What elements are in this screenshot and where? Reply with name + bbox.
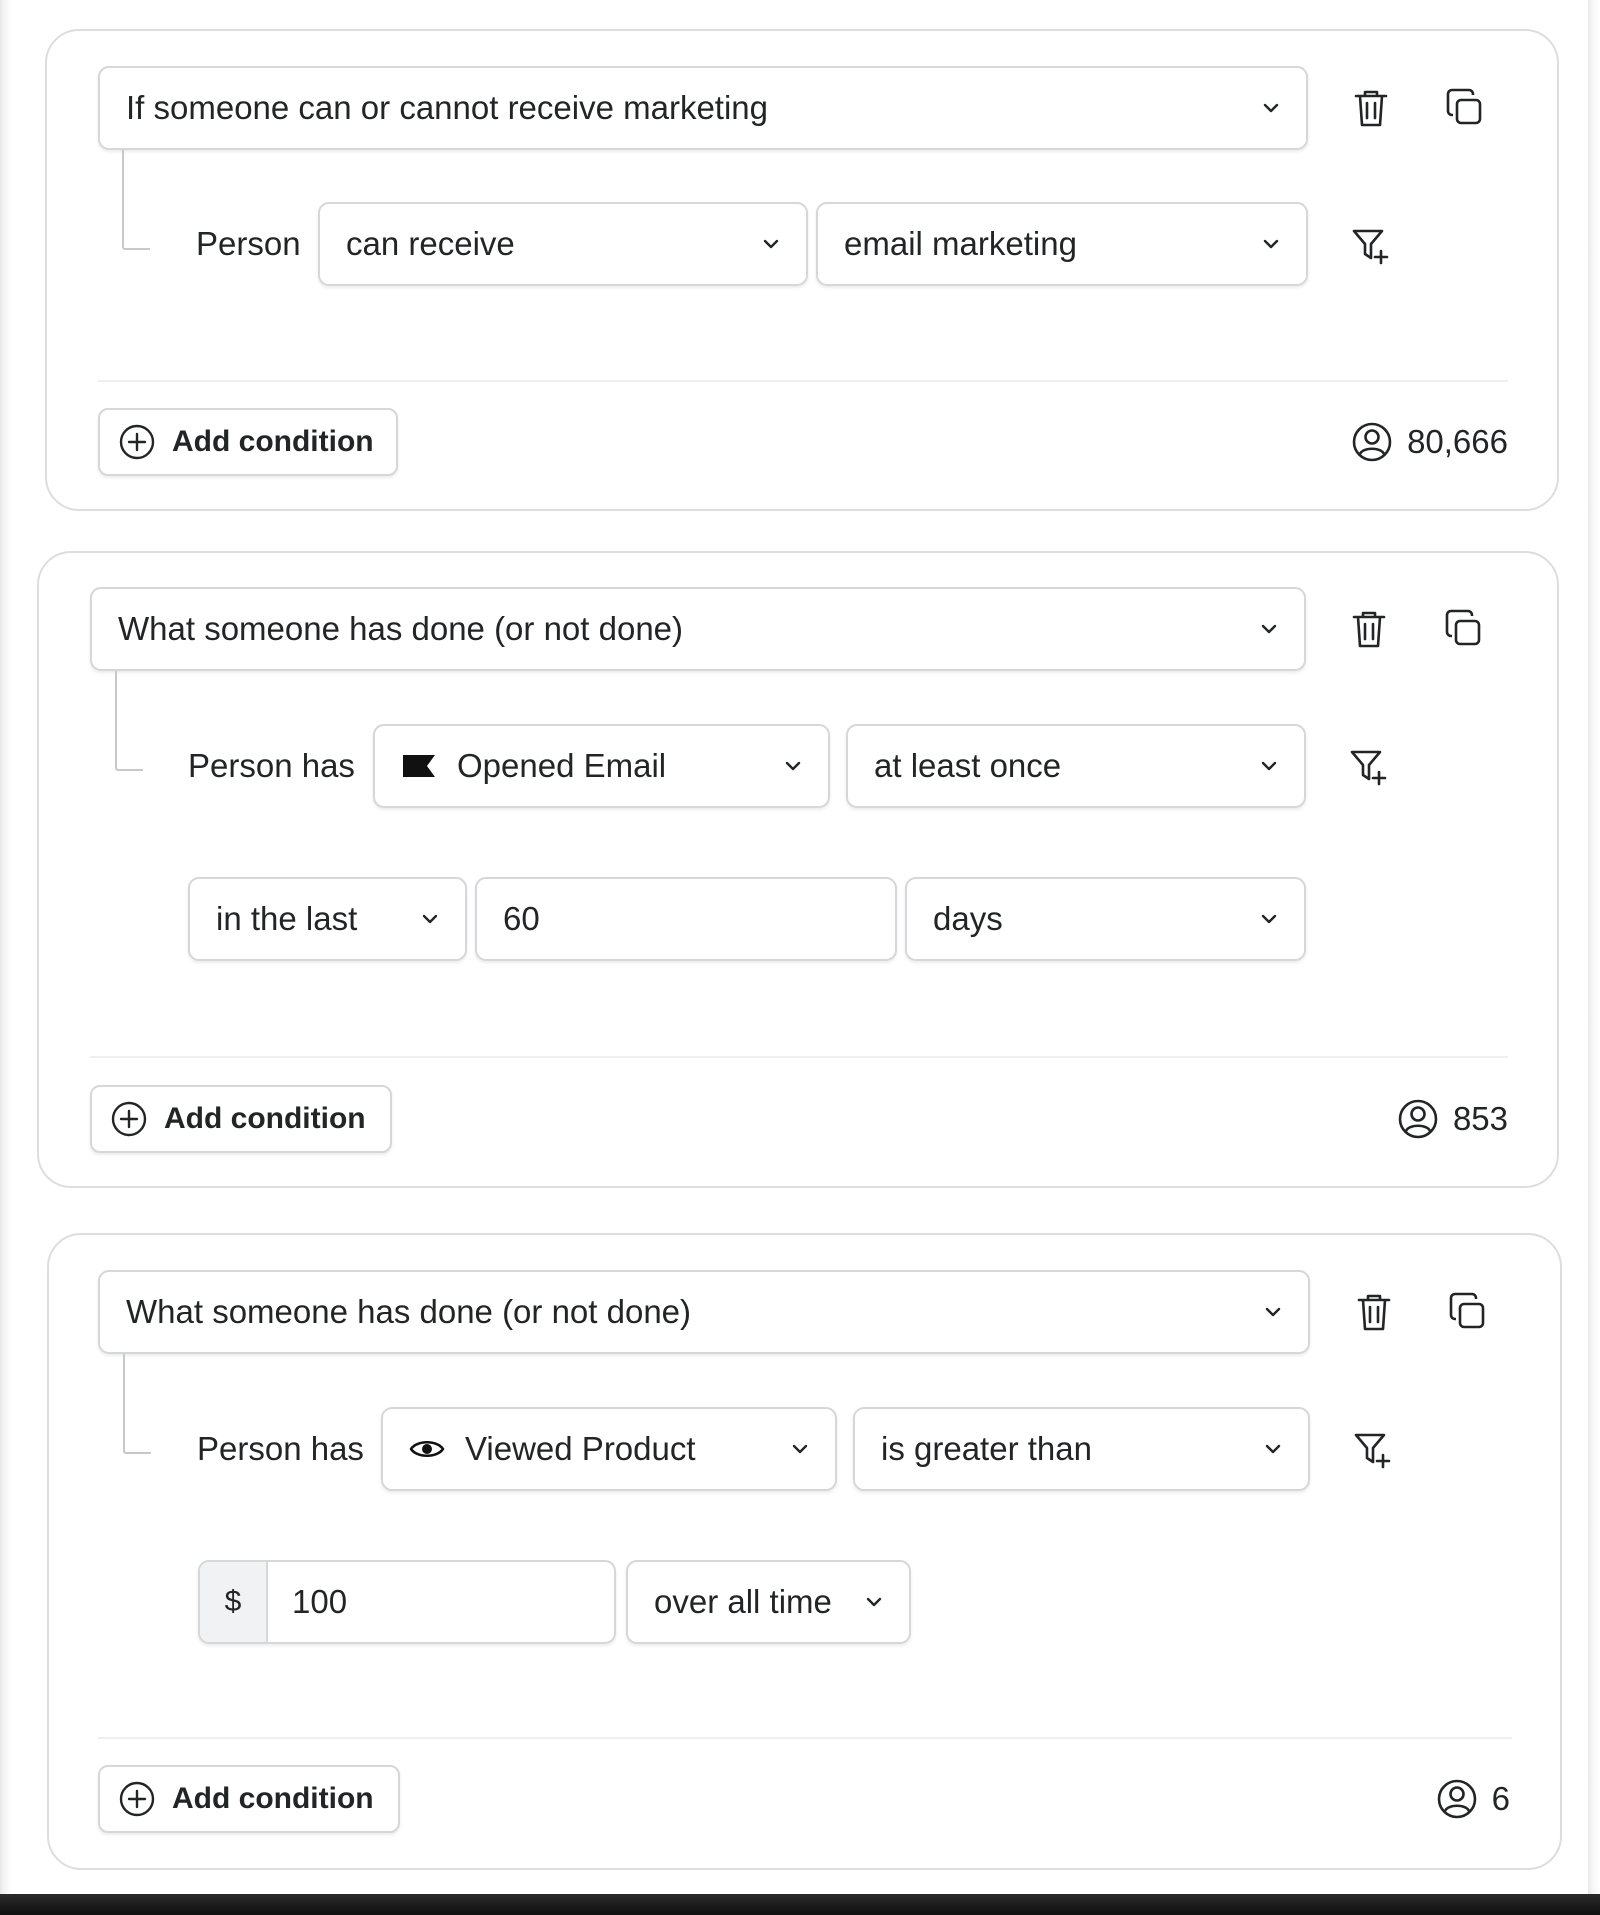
audience-count: 853 xyxy=(1300,1096,1508,1142)
filter-plus-icon xyxy=(1352,229,1389,265)
subject-label: Person has xyxy=(197,1430,364,1467)
comparator-value: is greater than xyxy=(881,1430,1092,1467)
chevron-down-icon xyxy=(1265,1307,1281,1317)
add-condition-button[interactable]: Add condition xyxy=(98,408,398,476)
copy-icon xyxy=(1449,1292,1485,1329)
audience-count: 80,666 xyxy=(1300,419,1508,465)
chevron-down-icon xyxy=(1263,239,1279,249)
marketing-consent-select[interactable]: can receive xyxy=(318,202,808,286)
tree-connector xyxy=(115,671,143,771)
duplicate-button[interactable] xyxy=(1444,1288,1492,1336)
marketing-channel-select[interactable]: email marketing xyxy=(816,202,1308,286)
trash-icon xyxy=(1352,611,1386,648)
timeframe-value: over all time xyxy=(654,1583,832,1620)
add-condition-button[interactable]: Add condition xyxy=(90,1085,392,1153)
marketing-channel-value: email marketing xyxy=(844,225,1077,262)
divider xyxy=(98,1737,1512,1739)
delete-button[interactable] xyxy=(1345,605,1393,653)
trash-icon xyxy=(1357,1294,1391,1331)
condition-type-label: What someone has done (or not done) xyxy=(118,610,684,647)
metric-select[interactable]: Opened Email xyxy=(373,724,830,808)
metric-label: Viewed Product xyxy=(465,1430,696,1467)
add-filter-button[interactable] xyxy=(1348,222,1396,270)
chevron-down-icon xyxy=(785,761,801,771)
audience-count-value: 80,666 xyxy=(1407,423,1508,460)
marketing-consent-value: can receive xyxy=(346,225,515,262)
chevron-down-icon xyxy=(763,239,779,249)
frequency-select[interactable]: at least once xyxy=(846,724,1306,808)
chevron-down-icon xyxy=(1261,761,1277,771)
eye-icon xyxy=(409,1440,445,1458)
add-condition-label: Add condition xyxy=(172,425,374,458)
trash-icon xyxy=(1354,90,1388,127)
add-condition-button[interactable]: Add condition xyxy=(98,1765,400,1833)
condition-type-select[interactable]: What someone has done (or not done) xyxy=(98,1270,1310,1354)
delete-button[interactable] xyxy=(1347,84,1395,132)
unit-select[interactable]: days xyxy=(905,877,1306,961)
currency-prefix: $ xyxy=(200,1562,268,1642)
condition-type-select[interactable]: What someone has done (or not done) xyxy=(90,587,1306,671)
window-edge-bottom xyxy=(0,1894,1600,1915)
frequency-value: at least once xyxy=(874,747,1062,784)
divider xyxy=(98,380,1508,382)
add-condition-label: Add condition xyxy=(172,1782,374,1815)
chevron-down-icon xyxy=(1261,914,1277,924)
window-edge-left xyxy=(0,0,12,1915)
chevron-down-icon xyxy=(422,914,438,924)
add-filter-button[interactable] xyxy=(1346,743,1394,791)
copy-icon xyxy=(1445,609,1481,646)
metric-label: Opened Email xyxy=(457,747,667,784)
person-circle-icon xyxy=(1352,422,1392,462)
filter-plus-icon xyxy=(1354,1433,1391,1469)
flag-icon xyxy=(403,755,435,777)
chevron-down-icon xyxy=(792,1444,808,1454)
duplicate-button[interactable] xyxy=(1441,84,1489,132)
subject-label: Person xyxy=(196,225,301,262)
chevron-down-icon xyxy=(1265,1444,1281,1454)
audience-count-value: 853 xyxy=(1452,1100,1508,1137)
duplicate-button[interactable] xyxy=(1440,605,1488,653)
amount-input[interactable]: 60 xyxy=(475,877,897,961)
tree-connector xyxy=(123,1354,151,1454)
copy-icon xyxy=(1446,88,1482,125)
filter-plus-icon xyxy=(1350,750,1387,786)
person-circle-icon xyxy=(1437,1779,1476,1819)
amount-value: 100 xyxy=(292,1583,348,1620)
subject-label: Person has xyxy=(188,747,355,784)
condition-type-label: What someone has done (or not done) xyxy=(126,1293,692,1330)
amount-input[interactable]: $ 100 xyxy=(198,1560,616,1644)
audience-count: 6 xyxy=(1300,1776,1510,1822)
condition-type-label: If someone can or cannot receive marketi… xyxy=(126,89,769,126)
chevron-down-icon xyxy=(866,1597,882,1607)
metric-select[interactable]: Viewed Product xyxy=(381,1407,837,1491)
window-edge-right xyxy=(1588,0,1600,1915)
timeframe-value: in the last xyxy=(216,900,358,937)
person-circle-icon xyxy=(1398,1099,1438,1139)
audience-count-value: 6 xyxy=(1491,1780,1510,1817)
chevron-down-icon xyxy=(1261,624,1277,634)
plus-circle-icon xyxy=(119,1781,155,1817)
tree-connector xyxy=(122,150,150,250)
comparator-select[interactable]: is greater than xyxy=(853,1407,1310,1491)
plus-circle-icon xyxy=(111,1101,147,1137)
add-condition-label: Add condition xyxy=(164,1102,366,1135)
plus-circle-icon xyxy=(119,424,155,460)
timeframe-select[interactable]: in the last xyxy=(188,877,467,961)
delete-button[interactable] xyxy=(1350,1288,1398,1336)
condition-type-select[interactable]: If someone can or cannot receive marketi… xyxy=(98,66,1308,150)
unit-value: days xyxy=(933,900,1003,937)
chevron-down-icon xyxy=(1263,103,1279,113)
add-filter-button[interactable] xyxy=(1350,1426,1398,1474)
timeframe-select[interactable]: over all time xyxy=(626,1560,911,1644)
amount-value: 60 xyxy=(503,900,540,937)
divider xyxy=(90,1056,1508,1058)
